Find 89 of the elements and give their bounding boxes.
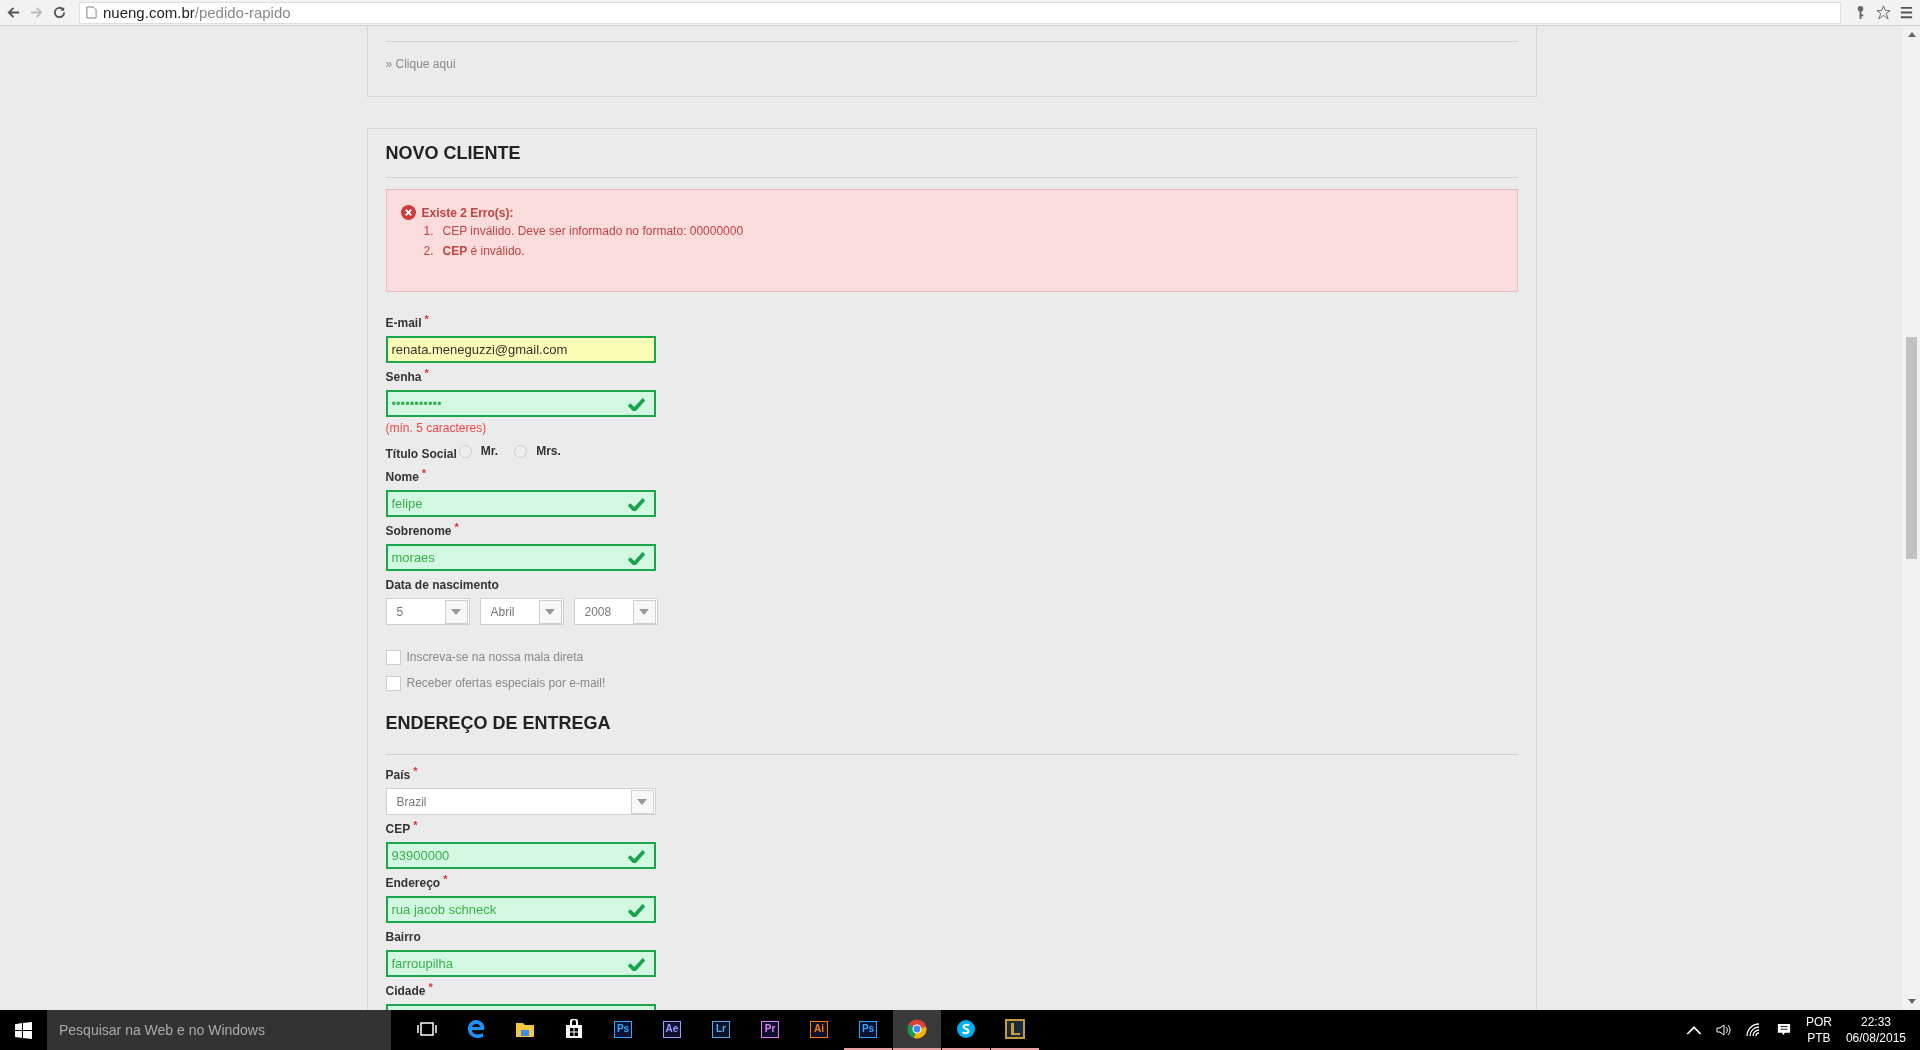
error-message: CEP é inválido.: [442, 243, 525, 260]
check-icon: [627, 550, 645, 565]
check-icon: [627, 956, 645, 971]
field-label: Data de nascimento: [385, 578, 499, 592]
chat-s-icon: [956, 1019, 976, 1039]
browser-e-icon: [466, 1019, 486, 1039]
radio-button[interactable]: [458, 444, 472, 458]
language-indicator[interactable]: POR PTB: [1805, 1014, 1832, 1046]
url-host: nueng.com.br: [103, 4, 195, 21]
url-path: /pedido-rapido: [194, 4, 291, 21]
required-mark: *: [424, 367, 429, 379]
scrollbar[interactable]: [1903, 26, 1920, 1010]
app-tile-icon: Lr: [712, 1020, 730, 1038]
taskbar-app[interactable]: [893, 1010, 941, 1050]
menu-icon[interactable]: [1899, 5, 1914, 20]
error-message: CEP inválido. Deve ser informado no formato: 00000000: [442, 223, 744, 240]
app-tile-icon: Ps: [614, 1020, 632, 1038]
required-mark: *: [424, 313, 429, 325]
field-label: Senha: [385, 370, 422, 384]
field-label: E-mail: [385, 316, 422, 330]
field-label: Sobrenome: [385, 524, 452, 538]
field-label: Título Social: [385, 447, 457, 461]
list-number: 2.: [423, 243, 435, 260]
section-title: ENDEREÇO DE ENTREGA: [385, 713, 612, 733]
required-mark: *: [413, 819, 418, 831]
search-field[interactable]: Pesquisar na Web e no Windows: [47, 1010, 391, 1050]
checkbox[interactable]: [385, 675, 401, 691]
field-label: CEP: [385, 822, 411, 836]
dropdown[interactable]: 2008: [573, 598, 658, 625]
wifi-icon[interactable]: [1745, 1023, 1762, 1037]
dropdown[interactable]: Abril: [479, 598, 564, 625]
browser-circle-icon: [907, 1019, 927, 1039]
taskbar-app[interactable]: Ps: [599, 1010, 647, 1050]
check-icon: [627, 496, 645, 511]
error-icon: [400, 205, 416, 220]
field-hint: (mín. 5 caracteres): [385, 421, 488, 435]
checkbox[interactable]: [385, 649, 401, 665]
click-here-link[interactable]: » Clique aqui: [385, 57, 456, 71]
list-number: 1.: [423, 223, 435, 240]
check-icon: [627, 902, 645, 917]
taskbar-app[interactable]: Lr: [697, 1010, 745, 1050]
taskbar-app[interactable]: Ai: [795, 1010, 843, 1050]
required-mark: *: [428, 981, 433, 993]
page-icon: [86, 6, 97, 19]
check-icon: [627, 396, 645, 411]
checkbox-label: Inscreva-se na nossa mala direta: [406, 650, 584, 664]
required-mark: *: [413, 765, 418, 777]
radio-label: Mrs.: [536, 444, 561, 458]
caret-icon: [637, 798, 647, 805]
check-icon: [627, 848, 645, 863]
caret-icon: [545, 608, 555, 615]
field-label: Bairro: [385, 930, 421, 944]
shopping-bag-icon: [564, 1019, 584, 1039]
required-mark: *: [443, 873, 448, 885]
star-icon[interactable]: [1876, 5, 1891, 20]
section-title: NOVO CLIENTE: [385, 143, 522, 163]
scroll-down-icon[interactable]: [1907, 999, 1916, 1004]
radio-label: Mr.: [480, 444, 499, 458]
dropdown[interactable]: Brazil: [385, 788, 656, 815]
clock[interactable]: 22:33 06/08/2015: [1845, 1014, 1906, 1046]
required-mark: *: [454, 521, 459, 533]
input-field[interactable]: renata.meneguzzi@gmail.com: [385, 336, 656, 363]
field-label: Nome: [385, 470, 419, 484]
reload-icon[interactable]: [52, 5, 67, 20]
address-bar[interactable]: nueng.com.br/pedido-rapido: [79, 1, 1841, 24]
error-heading: Existe 2 Erro(s):: [421, 205, 515, 221]
back-icon[interactable]: [6, 5, 21, 20]
field-label: País: [385, 768, 411, 782]
app-tile-icon: Ps: [859, 1020, 877, 1038]
field-label: Cidade: [385, 984, 426, 998]
notification-icon[interactable]: [1775, 1023, 1792, 1037]
taskbar-app[interactable]: Ae: [648, 1010, 696, 1050]
radio-button[interactable]: [514, 444, 528, 458]
checkbox-label: Receber ofertas especiais por e-mail!: [406, 676, 606, 690]
dropdown[interactable]: 5: [385, 598, 470, 625]
windows-logo-icon[interactable]: [15, 1021, 32, 1039]
app-tile-icon: Pr: [761, 1020, 779, 1038]
caret-icon: [639, 608, 649, 615]
required-mark: *: [421, 467, 427, 479]
app-tile-icon: Ae: [663, 1020, 681, 1038]
app-tile-icon: Ai: [810, 1020, 828, 1038]
field-label: Endereço: [385, 876, 441, 890]
volume-icon[interactable]: [1715, 1023, 1732, 1037]
scrollbar-thumb[interactable]: [1906, 337, 1917, 559]
game-emblem-icon: [1005, 1019, 1025, 1039]
scroll-up-icon[interactable]: [1907, 32, 1916, 37]
taskbar-app[interactable]: Pr: [746, 1010, 794, 1050]
caret-icon: [451, 608, 461, 615]
task-view-icon: [417, 1019, 437, 1039]
